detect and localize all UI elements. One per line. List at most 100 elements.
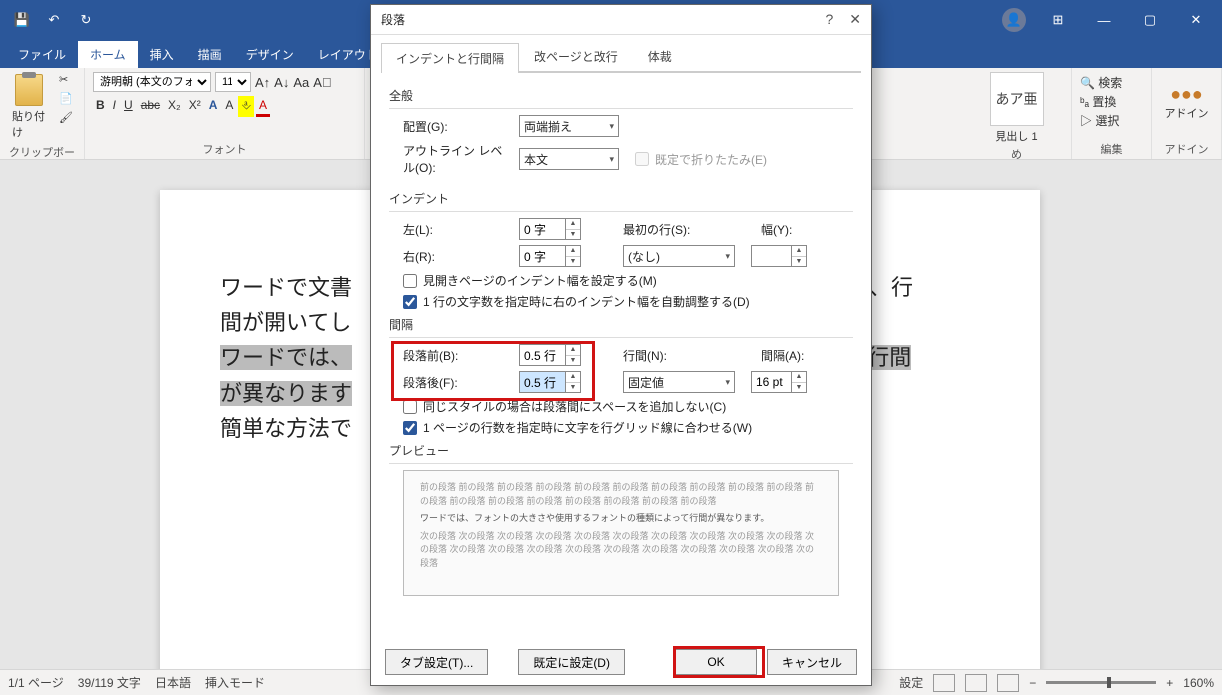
- dialog-titlebar[interactable]: 段落 ? ✕: [371, 5, 871, 35]
- insert-mode[interactable]: 挿入モード: [205, 674, 265, 691]
- tab-design[interactable]: デザイン: [234, 41, 306, 68]
- space-before-label: 段落前(B):: [403, 347, 513, 364]
- addin-icon[interactable]: ●●●: [1170, 84, 1203, 105]
- user-avatar[interactable]: 👤: [1002, 8, 1026, 32]
- help-icon[interactable]: ?: [825, 11, 833, 28]
- font-group-label: フォント: [93, 139, 356, 157]
- indent-width-spinner[interactable]: ▲▼: [751, 245, 807, 267]
- clipboard-icon: [15, 74, 43, 106]
- outline-combo[interactable]: 本文▾: [519, 148, 619, 170]
- space-before-spinner[interactable]: ▲▼: [519, 344, 581, 366]
- style-preview[interactable]: あア亜: [990, 72, 1044, 126]
- phonetic-button[interactable]: A: [222, 96, 236, 117]
- alignment-combo[interactable]: 両端揃え▾: [519, 115, 619, 137]
- superscript-button[interactable]: X²: [186, 96, 204, 117]
- font-name-combo[interactable]: 游明朝 (本文のフォン…: [93, 72, 211, 92]
- shrink-font-icon[interactable]: A↓: [274, 75, 289, 90]
- group-styles: あア亜 見出し 1 め: [962, 68, 1072, 159]
- auto-adjust-checkbox[interactable]: [403, 295, 417, 309]
- underline-button[interactable]: U: [121, 96, 136, 117]
- text-effects-button[interactable]: A: [206, 96, 221, 117]
- minimize-button[interactable]: —: [1082, 0, 1126, 40]
- collapse-label: 既定で折りたたみ(E): [655, 151, 767, 168]
- subscript-button[interactable]: X₂: [165, 96, 184, 117]
- ribbon-options-button[interactable]: ⊞: [1036, 0, 1080, 40]
- paste-label: 貼り付け: [12, 108, 46, 140]
- tab-indent-spacing[interactable]: インデントと行間隔: [381, 43, 519, 73]
- indent-left-spinner[interactable]: ▲▼: [519, 218, 581, 240]
- italic-button[interactable]: I: [110, 96, 119, 117]
- font-size-combo[interactable]: 11: [215, 72, 251, 92]
- tab-typography[interactable]: 体裁: [633, 41, 687, 71]
- dialog-title: 段落: [381, 11, 405, 28]
- clear-format-icon[interactable]: A⃠: [313, 75, 331, 90]
- indent-right-label: 右(R):: [403, 248, 513, 265]
- format-painter-icon[interactable]: 🖌: [56, 110, 76, 125]
- quick-access-toolbar: 💾 ↶ ↻: [0, 6, 108, 34]
- first-line-combo[interactable]: (なし)▾: [623, 245, 735, 267]
- ok-button[interactable]: OK: [675, 649, 757, 675]
- preview-main-text: ワードでは、フォントの大きさや使用するフォントの種類によって行間が異なります。: [420, 512, 822, 526]
- copy-icon[interactable]: 📄: [56, 91, 76, 106]
- undo-button[interactable]: ↶: [40, 6, 68, 34]
- web-layout-view-icon[interactable]: [997, 674, 1019, 692]
- tabs-button[interactable]: タブ設定(T)...: [385, 649, 488, 675]
- redo-button[interactable]: ↻: [72, 6, 100, 34]
- font-color-button[interactable]: A: [256, 96, 270, 117]
- editing-group-label: 編集: [1080, 139, 1143, 157]
- cancel-button[interactable]: キャンセル: [767, 649, 857, 675]
- word-count[interactable]: 39/119 文字: [78, 674, 141, 691]
- close-button[interactable]: ✕: [1174, 0, 1218, 40]
- space-after-spinner[interactable]: ▲▼: [519, 371, 581, 393]
- tab-page-breaks[interactable]: 改ページと改行: [519, 41, 633, 71]
- page-indicator[interactable]: 1/1 ページ: [8, 674, 64, 691]
- preview-prev-text: 前の段落 前の段落 前の段落 前の段落 前の段落 前の段落 前の段落 前の段落 …: [420, 481, 822, 508]
- paragraph-dialog: 段落 ? ✕ インデントと行間隔 改ページと改行 体裁 全般 配置(G): 両端…: [370, 4, 872, 686]
- at-label: 間隔(A):: [761, 347, 821, 364]
- alignment-label: 配置(G):: [403, 118, 513, 135]
- cut-icon[interactable]: ✂: [56, 72, 76, 87]
- first-line-label: 最初の行(S):: [623, 221, 711, 238]
- zoom-thumb[interactable]: [1107, 677, 1111, 688]
- print-layout-view-icon[interactable]: [933, 674, 955, 692]
- save-button[interactable]: 💾: [8, 6, 36, 34]
- tab-file[interactable]: ファイル: [6, 41, 78, 68]
- read-mode-view-icon[interactable]: [965, 674, 987, 692]
- tab-home[interactable]: ホーム: [78, 41, 138, 68]
- indent-right-spinner[interactable]: ▲▼: [519, 245, 581, 267]
- zoom-slider[interactable]: [1046, 681, 1156, 684]
- tab-insert[interactable]: 挿入: [138, 41, 186, 68]
- replace-button[interactable]: ᵇₐ 置換: [1080, 93, 1143, 110]
- maximize-button[interactable]: ▢: [1128, 0, 1172, 40]
- no-space-checkbox[interactable]: [403, 400, 417, 414]
- select-button[interactable]: ▷ 選択: [1080, 112, 1143, 129]
- group-clipboard: 貼り付け ✂ 📄 🖌 クリップボード: [0, 68, 85, 159]
- highlight-button[interactable]: ⎀: [238, 96, 254, 117]
- dialog-close-icon[interactable]: ✕: [849, 11, 861, 28]
- snap-grid-checkbox[interactable]: [403, 421, 417, 435]
- bold-button[interactable]: B: [93, 96, 108, 117]
- find-button[interactable]: 🔍 検索: [1080, 74, 1143, 91]
- focus-mode[interactable]: 設定: [899, 674, 923, 691]
- preview-section-label: プレビュー: [389, 442, 853, 459]
- selected-text-line4: が異なります: [220, 381, 352, 406]
- strike-button[interactable]: abc: [138, 96, 163, 117]
- paste-button[interactable]: 貼り付け: [8, 72, 50, 142]
- grow-font-icon[interactable]: A↑: [255, 75, 270, 90]
- line-spacing-combo[interactable]: 固定値▾: [623, 371, 735, 393]
- text-line5: 簡単な方法で: [220, 416, 352, 441]
- zoom-level[interactable]: 160%: [1183, 676, 1214, 690]
- mirror-indent-checkbox[interactable]: [403, 274, 417, 288]
- language-indicator[interactable]: 日本語: [155, 674, 191, 691]
- zoom-out-button[interactable]: −: [1029, 676, 1036, 690]
- tab-draw[interactable]: 描画: [186, 41, 234, 68]
- line-spacing-label: 行間(N):: [623, 347, 711, 364]
- no-space-label: 同じスタイルの場合は段落間にスペースを追加しない(C): [423, 398, 726, 415]
- set-default-button[interactable]: 既定に設定(D): [518, 649, 625, 675]
- selected-text-line3a: ワードでは、: [220, 345, 352, 370]
- change-case-icon[interactable]: Aa: [293, 75, 309, 90]
- at-spinner[interactable]: ▲▼: [751, 371, 807, 393]
- zoom-in-button[interactable]: +: [1166, 676, 1173, 690]
- spacing-section-label: 間隔: [389, 316, 853, 333]
- preview-next-text: 次の段落 次の段落 次の段落 次の段落 次の段落 次の段落 次の段落 次の段落 …: [420, 530, 822, 571]
